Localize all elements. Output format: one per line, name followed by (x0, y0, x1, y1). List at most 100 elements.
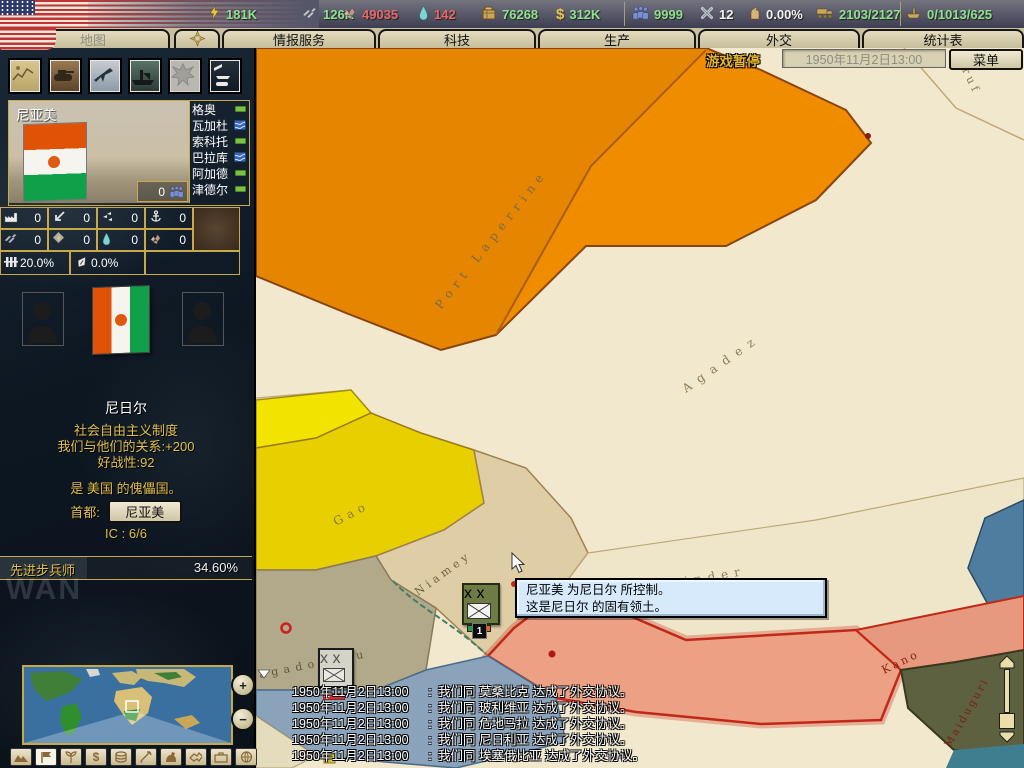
resource-escorts: 0/1013/625 (906, 0, 992, 28)
mapmode-victory-button[interactable] (235, 748, 257, 766)
unit-counter-niger-infantry[interactable]: x x (462, 583, 500, 632)
adjacent-province[interactable]: 格奥 (190, 101, 248, 117)
adjacent-province[interactable]: 巴拉库 (190, 149, 248, 165)
tab-diplomacy[interactable]: 外交 (698, 29, 860, 48)
province-name: 尼亚美 (16, 108, 57, 123)
log-entry[interactable]: 1950年11月2日13:00: 我们同 尼日利亚 达成了外交协议。 (292, 732, 1002, 748)
stat-oil: 0 (97, 229, 145, 251)
log-entry[interactable]: 1950年11月2日13:00: 我们同 埃塞俄比亚 达成了外交协议。 (292, 748, 1002, 764)
sidebar: 尼亚美 0 格奥 瓦加杜 索科托 巴拉库 阿加德 津德尔 0 0 0 0 0 0… (0, 48, 257, 768)
resource-energy: 181K (208, 0, 257, 28)
adjacent-province[interactable]: 瓦加杜 (190, 117, 248, 133)
naval-units-button[interactable] (128, 58, 162, 94)
oil-value: 142 (434, 6, 456, 22)
infrastructure-icon (4, 255, 18, 272)
adjacent-label: 索科托 (192, 134, 229, 149)
city-marker[interactable] (865, 133, 871, 139)
log-entry[interactable]: 1950年11月2日13:00: 我们同 玻利维亚 达成了外交协议。 (292, 700, 1002, 716)
adjacent-label: 津德尔 (192, 182, 229, 197)
air-units-button[interactable] (88, 58, 122, 94)
energy-icon (52, 231, 65, 248)
slider-up-arrow[interactable] (998, 655, 1016, 669)
supplies-value: 76268 (502, 6, 539, 22)
mapmode-weather-button[interactable] (60, 748, 82, 766)
tab-production[interactable]: 生产 (538, 29, 696, 48)
mapmode-supply-button[interactable] (135, 748, 157, 766)
minimap[interactable] (22, 665, 233, 745)
tab-technology[interactable]: 科技 (378, 29, 536, 48)
adjacent-label: 巴拉库 (192, 150, 229, 165)
transports-value: 12 (719, 6, 734, 22)
combat-events-button[interactable] (168, 58, 202, 94)
background-watermark: WAN (6, 573, 82, 606)
resource-transports: 12 (700, 0, 733, 28)
units-overview-button[interactable] (208, 58, 242, 94)
adjacent-province[interactable]: 阿加德 (190, 165, 248, 181)
mapmode-diplomacy-button[interactable] (185, 748, 207, 766)
capital-button[interactable]: 尼亚美 (107, 500, 182, 523)
resource-money: $ 312K (556, 0, 600, 28)
topbar-divider (900, 2, 901, 26)
city-marker[interactable] (548, 650, 556, 658)
slider-handle[interactable] (999, 713, 1015, 729)
stat-rare-materials: 0 (145, 229, 193, 251)
stat-naval-base: 0 (145, 207, 193, 229)
stat-energy: 0 (48, 229, 97, 251)
zoom-out-button[interactable]: − (231, 707, 255, 731)
province-tooltip: 尼亚美 为尼日尔 所控制。 这是尼日尔 的固有领土。 (515, 578, 827, 618)
land-units-button[interactable] (48, 58, 82, 94)
log-entry[interactable]: 1950年11月2日13:00: 我们同 莫桑比克 达成了外交协议。 (292, 684, 1002, 700)
map-canvas[interactable]: Port Laperrine Agadez Gao Niamey Zinder … (256, 48, 1024, 768)
air-base-icon (101, 211, 114, 226)
mapmode-economy-button[interactable]: $ (85, 748, 107, 766)
tab-statistics[interactable]: 统计表 (862, 29, 1024, 48)
zoom-in-button[interactable]: + (231, 673, 255, 697)
convoys-value: 2103/2127 (839, 6, 901, 22)
adjacent-province[interactable]: 索科托 (190, 133, 248, 149)
stat-factory: 0 (0, 207, 48, 229)
topbar-divider (624, 2, 625, 26)
adjacent-province-list: 格奥 瓦加杜 索科托 巴拉库 阿加德 津德尔 (189, 101, 248, 203)
manpower-value: 9999 (654, 6, 683, 22)
adjacent-province[interactable]: 津德尔 (190, 181, 248, 197)
unit-count-badge[interactable]: 1 (472, 623, 487, 639)
province-panel: 尼亚美 0 格奥 瓦加杜 索科托 巴拉库 阿加德 津德尔 (8, 100, 250, 206)
tooltip-line-2: 这是尼日尔 的固有领土。 (526, 600, 667, 614)
capital-row: 首都: 尼亚美 (0, 500, 252, 523)
manpower-icon (632, 6, 649, 22)
province-manpower-box: 0 (137, 181, 188, 202)
main-map[interactable]: Port Laperrine Agadez Gao Niamey Zinder … (256, 48, 1024, 768)
slider-down-arrow[interactable] (998, 731, 1016, 743)
mapmode-resources-button[interactable] (110, 748, 132, 766)
dissent-value: 0.00% (766, 6, 803, 22)
mapmode-revolt-button[interactable] (160, 748, 182, 766)
mapmode-political-button[interactable] (35, 748, 57, 766)
country-ic: IC : 6/6 (105, 526, 147, 541)
tooltip-line-1: 尼亚美 为尼日尔 所控制。 (526, 583, 671, 597)
tab-map-label: 地图 (79, 33, 106, 48)
log-entry[interactable]: 1950年11月2日13:00: 我们同 危地马拉 达成了外交协议。 (292, 716, 1002, 732)
slider-track[interactable] (1004, 669, 1010, 713)
anti-air-icon (52, 210, 65, 226)
tab-intelligence[interactable]: 情报服务 (222, 29, 376, 48)
mapmode-intel-button[interactable] (210, 748, 232, 766)
menu-button[interactable]: 菜单 (949, 49, 1023, 70)
stat-infrastructure: 20.0% (0, 251, 70, 275)
unit-counter-foreign-infantry[interactable]: x x (318, 648, 354, 701)
mapmode-terrain-button[interactable] (10, 748, 32, 766)
adjacent-label: 瓦加杜 (192, 118, 229, 133)
tab-statistics-label: 统计表 (923, 33, 963, 48)
minister-portrait-right (182, 292, 224, 346)
stat-empty-cell (145, 251, 240, 275)
minister-portrait-left (22, 292, 64, 346)
rare-materials-value: 49035 (362, 6, 399, 22)
niger-flag-disc (48, 155, 60, 169)
river-crossing-icon (234, 152, 246, 162)
country-belligerence: 好战性:92 (97, 455, 155, 470)
date-display: 1950年11月2日13:00 (782, 49, 946, 68)
naval-base-icon (149, 210, 163, 226)
oil-icon (102, 231, 111, 248)
map-view-button[interactable] (8, 58, 42, 94)
goto-province-button[interactable] (174, 29, 220, 48)
dissent-icon (748, 6, 761, 23)
